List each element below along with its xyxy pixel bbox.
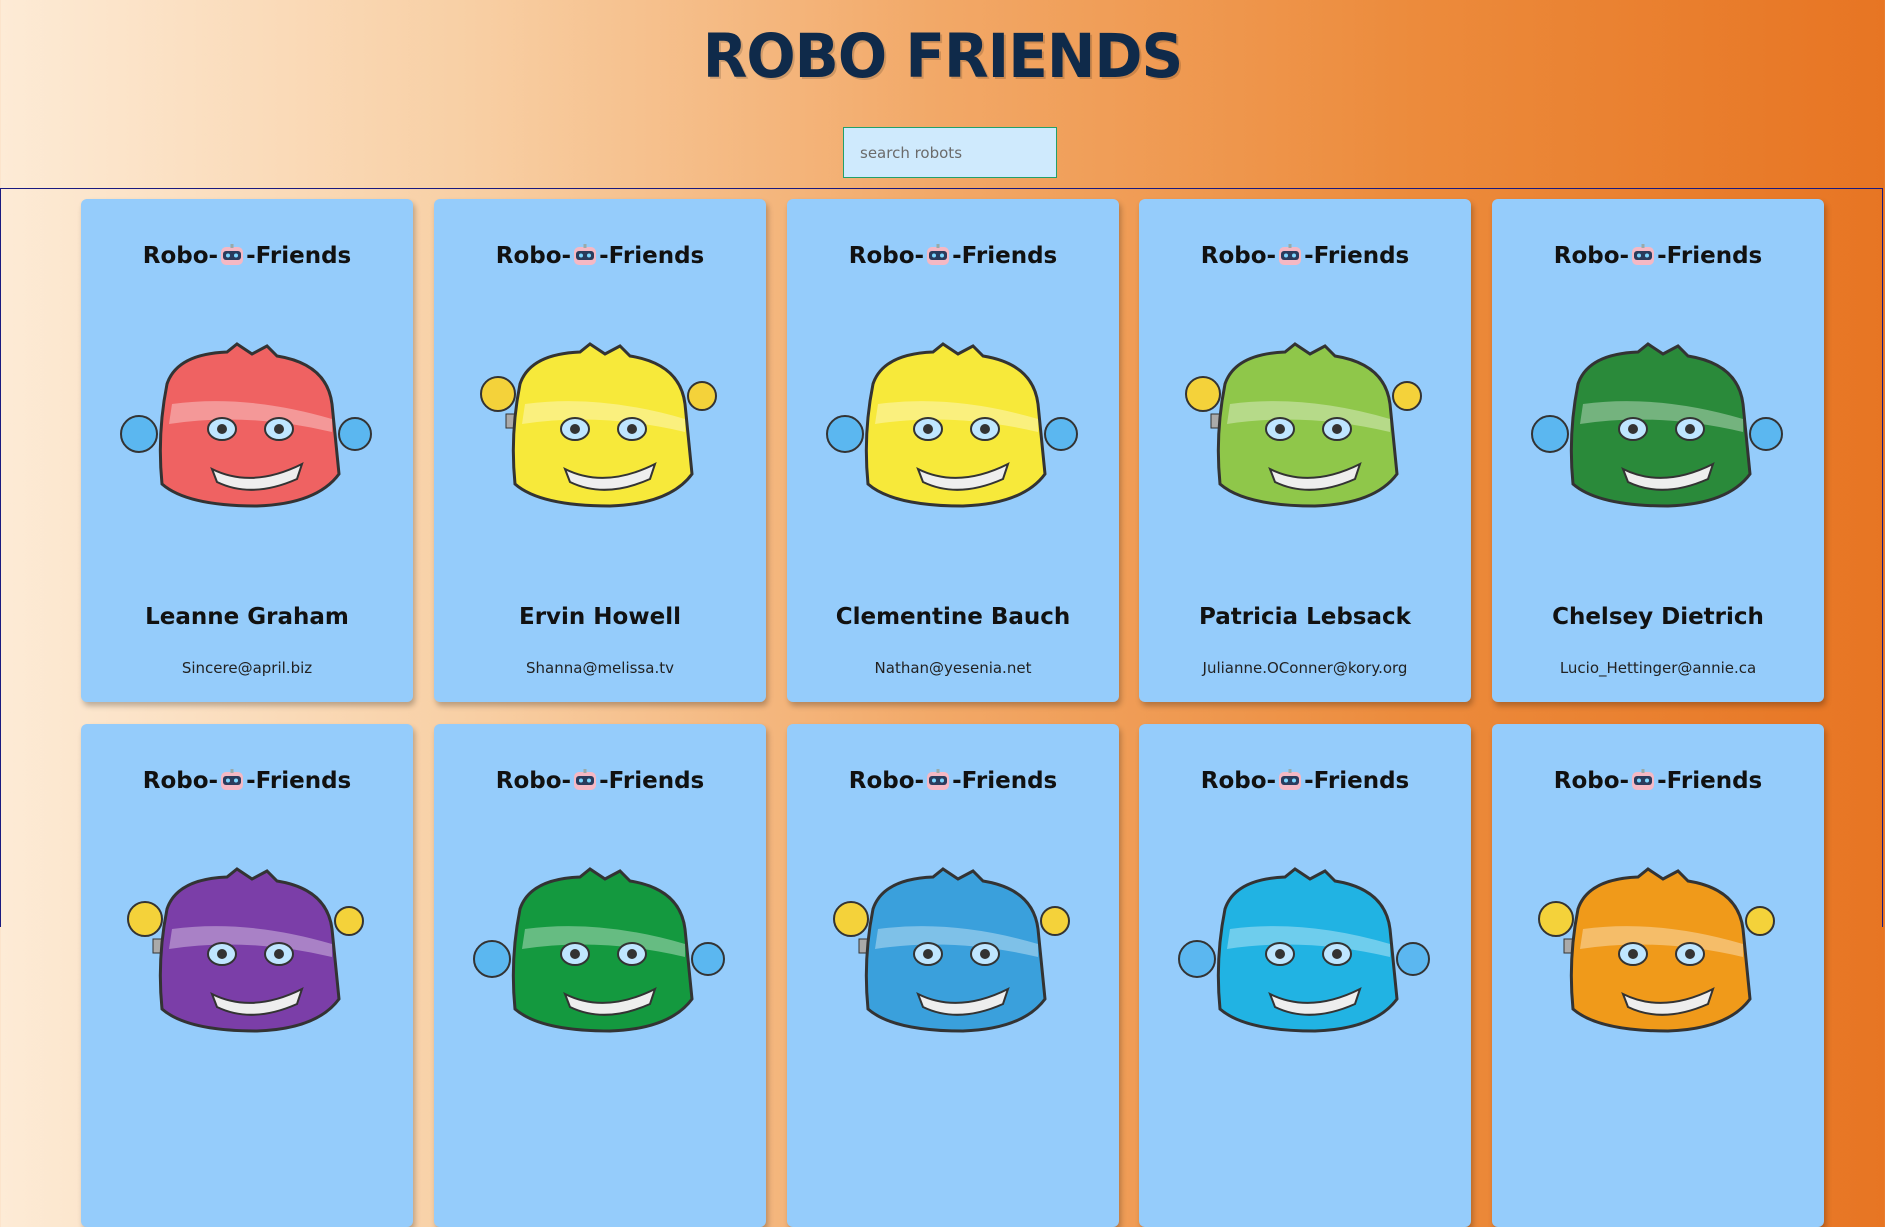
robot-name: Chelsey Dietrich — [1552, 604, 1764, 630]
card-brand: Robo- -Friends — [1492, 768, 1824, 794]
robot-card[interactable]: Robo- -Friends Ervin Howell Shanna@melis… — [434, 199, 766, 702]
robot-card[interactable]: Robo- -Friends — [1139, 724, 1471, 1227]
robot-card[interactable]: Robo- -Friends — [787, 724, 1119, 1227]
card-brand-suffix: -Friends — [952, 768, 1058, 794]
app-header: ROBO FRIENDS — [0, 0, 1885, 188]
robot-avatar — [1185, 342, 1422, 508]
robot-face-icon — [1632, 244, 1655, 265]
robot-avatar — [1538, 867, 1775, 1033]
card-brand: Robo- -Friends — [1492, 243, 1824, 269]
robot-face-icon — [1632, 769, 1655, 790]
robot-email: Lucio_Hettinger@annie.ca — [1559, 659, 1757, 677]
card-brand-suffix: -Friends — [1304, 243, 1410, 269]
card-brand-suffix: -Friends — [599, 768, 705, 794]
robot-face-icon — [221, 244, 244, 265]
card-brand-prefix: Robo- — [1553, 768, 1630, 794]
robot-email: Shanna@melissa.tv — [526, 659, 674, 677]
robot-name: Ervin Howell — [519, 604, 681, 630]
robot-name: Patricia Lebsack — [1199, 604, 1411, 630]
robot-email: Sincere@april.biz — [181, 659, 313, 677]
robot-face-icon — [1279, 769, 1302, 790]
card-brand-suffix: -Friends — [1657, 768, 1763, 794]
robot-card[interactable]: Robo- -Friends — [434, 724, 766, 1227]
card-brand: Robo- -Friends — [787, 243, 1119, 269]
card-brand-suffix: -Friends — [1304, 768, 1410, 794]
card-brand-prefix: Robo- — [142, 768, 219, 794]
card-brand-prefix: Robo- — [1200, 768, 1277, 794]
card-brand: Robo- -Friends — [81, 243, 413, 269]
robot-card[interactable]: Robo- -Friends Chelsey Dietrich Lucio_He… — [1492, 199, 1824, 702]
robot-avatar — [120, 342, 372, 508]
card-brand-prefix: Robo- — [1200, 243, 1277, 269]
robot-card[interactable]: Robo- -Friends Clementine Bauch Nathan@y… — [787, 199, 1119, 702]
card-brand-prefix: Robo- — [1553, 243, 1630, 269]
robot-avatar — [1531, 342, 1783, 508]
robot-face-icon — [927, 244, 950, 265]
robot-email: Julianne.OConner@kory.org — [1202, 659, 1408, 677]
card-brand-prefix: Robo- — [848, 768, 925, 794]
robot-name: Clementine Bauch — [835, 604, 1071, 630]
robot-avatar — [833, 867, 1070, 1033]
robot-card[interactable]: Robo- -Friends Patricia Lebsack Julianne… — [1139, 199, 1471, 702]
card-brand-prefix: Robo- — [142, 243, 219, 269]
app-title: ROBO FRIENDS — [702, 20, 1184, 92]
card-list-scroll-area[interactable]: Robo- -Friends Leanne Graham Sincere@apr… — [0, 188, 1883, 1227]
robot-avatar — [480, 342, 717, 508]
card-brand-prefix: Robo- — [495, 768, 572, 794]
card-brand-suffix: -Friends — [952, 243, 1058, 269]
card-brand: Robo- -Friends — [434, 768, 766, 794]
card-brand: Robo- -Friends — [81, 768, 413, 794]
card-brand: Robo- -Friends — [787, 768, 1119, 794]
robot-avatar — [1178, 867, 1430, 1033]
search-input[interactable] — [843, 127, 1057, 178]
robot-face-icon — [221, 769, 244, 790]
robot-avatar — [473, 867, 725, 1033]
card-brand-suffix: -Friends — [246, 768, 352, 794]
card-brand-suffix: -Friends — [246, 243, 352, 269]
robot-avatar — [127, 867, 364, 1033]
robot-face-icon — [1279, 244, 1302, 265]
card-brand-prefix: Robo- — [495, 243, 572, 269]
robot-card[interactable]: Robo- -Friends — [81, 724, 413, 1227]
card-brand-suffix: -Friends — [1657, 243, 1763, 269]
robot-card[interactable]: Robo- -Friends — [1492, 724, 1824, 1227]
card-brand-suffix: -Friends — [599, 243, 705, 269]
card-brand: Robo- -Friends — [434, 243, 766, 269]
robot-face-icon — [574, 769, 597, 790]
robot-email: Nathan@yesenia.net — [874, 659, 1032, 677]
robot-card[interactable]: Robo- -Friends Leanne Graham Sincere@apr… — [81, 199, 413, 702]
robot-face-icon — [574, 244, 597, 265]
card-brand: Robo- -Friends — [1139, 768, 1471, 794]
robot-avatar — [826, 342, 1078, 508]
card-brand-prefix: Robo- — [848, 243, 925, 269]
card-brand: Robo- -Friends — [1139, 243, 1471, 269]
robot-face-icon — [927, 769, 950, 790]
robot-name: Leanne Graham — [145, 604, 349, 630]
